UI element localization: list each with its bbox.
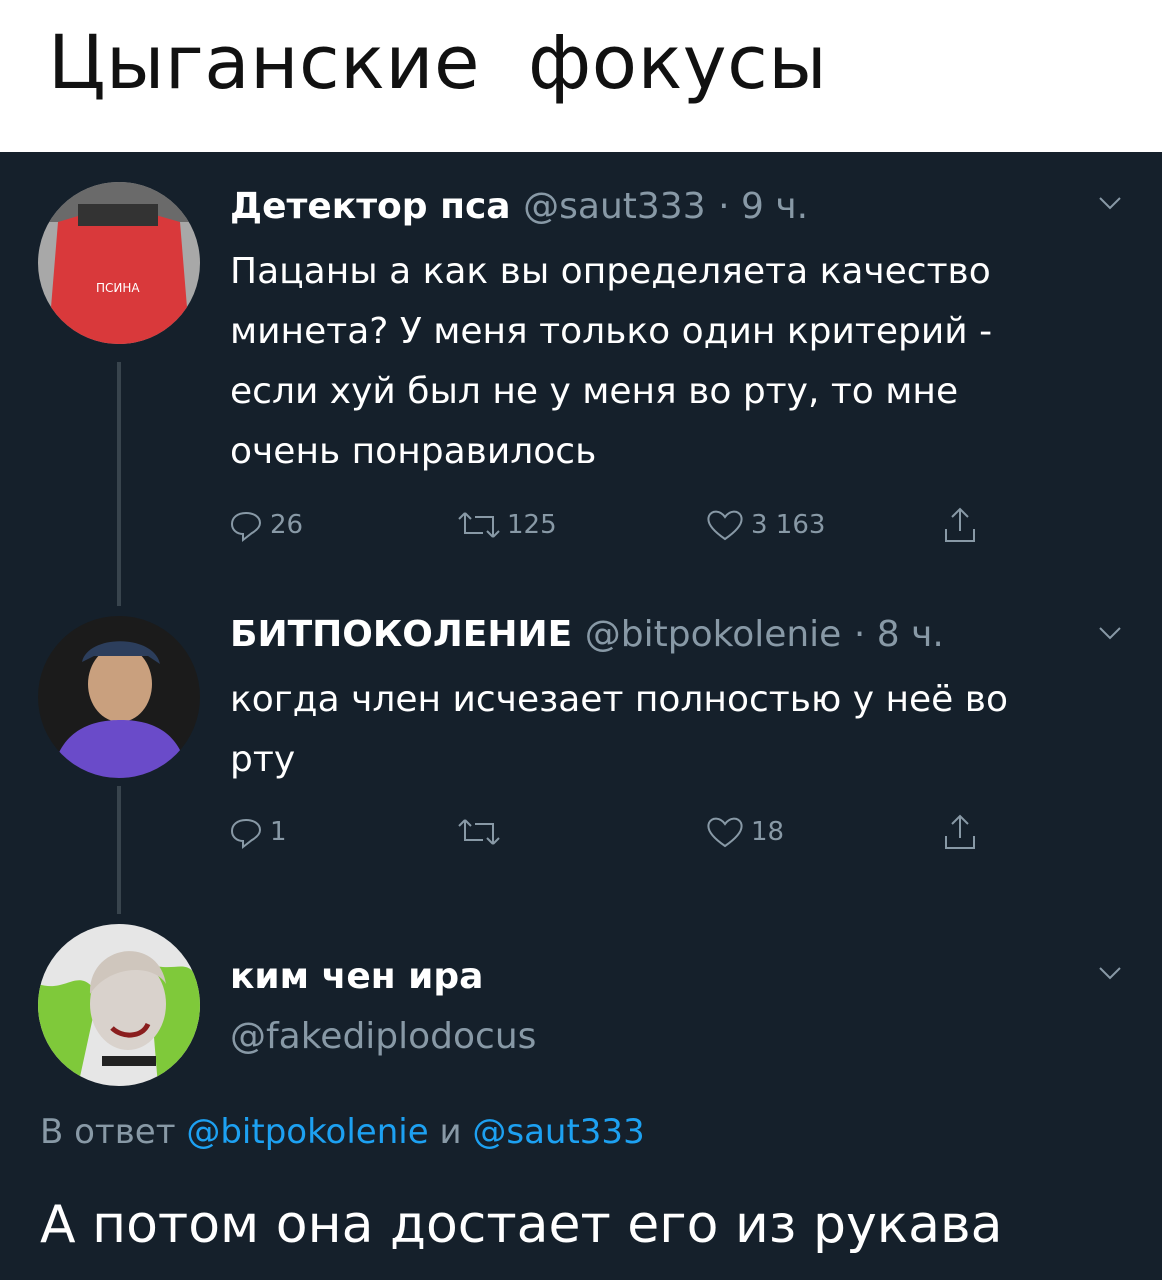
avatar-bitpokolenie[interactable] <box>38 616 200 778</box>
svg-text:ПСИНА: ПСИНА <box>96 281 140 295</box>
heart-icon <box>707 510 743 541</box>
tweet2-reply-count: 1 <box>270 817 287 847</box>
reply-context: В ответ @bitpokolenie и @saut333 <box>40 1112 645 1152</box>
avatar-red-shirt-icon: ПСИНА <box>38 182 200 344</box>
avatar-kim-chen-ira[interactable] <box>38 924 200 1086</box>
reply-context-joiner: и <box>439 1112 462 1152</box>
tweet3-chevron-down-icon[interactable] <box>1098 966 1122 980</box>
focused-tweet-text: А потом она достает его из рукава <box>40 1195 1003 1255</box>
share-icon <box>945 814 975 849</box>
reply-mention-saut333[interactable]: @saut333 <box>472 1112 644 1152</box>
tweet1-retweet-button[interactable]: 125 <box>457 505 557 545</box>
tweet2-author[interactable]: БИТПОКОЛЕНИЕ @bitpokolenie · 8 ч. <box>230 614 944 655</box>
reply-mention-bitpokolenie[interactable]: @bitpokolenie <box>186 1112 428 1152</box>
tweet2-name[interactable]: БИТПОКОЛЕНИЕ <box>230 614 572 655</box>
tweet1-share-button[interactable] <box>940 505 986 545</box>
thread-line-1 <box>117 362 121 606</box>
tweet1-reply-button[interactable]: 26 <box>228 505 303 545</box>
tweet2-chevron-down-icon[interactable] <box>1098 626 1122 640</box>
reply-icon <box>230 818 262 850</box>
tweet2-retweet-button[interactable] <box>457 812 507 852</box>
retweet-icon <box>458 819 500 845</box>
avatar-detektor[interactable]: ПСИНА <box>38 182 200 344</box>
share-icon <box>945 507 975 542</box>
tweet2-reply-button[interactable]: 1 <box>228 812 287 852</box>
tweet1-name[interactable]: Детектор пса <box>230 186 511 227</box>
avatar-illustration-icon <box>38 924 200 1086</box>
tweet3-name[interactable]: ким чен ира <box>230 956 483 997</box>
heart-icon <box>707 817 743 848</box>
tweet2-line: рту <box>230 739 296 780</box>
thread-line-2 <box>117 786 121 914</box>
tweet2-time: · 8 ч. <box>853 614 944 655</box>
tweet3-handle[interactable]: @fakediplodocus <box>230 1016 536 1057</box>
reply-context-prefix: В ответ <box>40 1112 176 1152</box>
tweet2-share-button[interactable] <box>940 812 986 852</box>
tweet2-handle[interactable]: @bitpokolenie <box>585 614 842 655</box>
tweet1-chevron-down-icon[interactable] <box>1098 196 1122 210</box>
tweet2-text: когда член исчезает полностью у неё во р… <box>230 670 1008 790</box>
tweet2-like-button[interactable]: 18 <box>705 812 784 852</box>
tweet1-reply-count: 26 <box>270 510 304 540</box>
tweet1-handle[interactable]: @saut333 <box>523 186 705 227</box>
tweet2-line: когда член исчезает полностью у неё во <box>230 679 1008 720</box>
tweet1-author[interactable]: Детектор пса @saut333 · 9 ч. <box>230 186 808 227</box>
reply-icon <box>230 511 262 543</box>
tweet1-line: минета? У меня только один критерий - <box>230 311 993 352</box>
caption-title: Цыганские фокусы <box>48 20 828 106</box>
tweet1-line: Пацаны а как вы определяета качество <box>230 251 991 292</box>
tweet2-like-count: 18 <box>751 817 785 847</box>
tweet1-line: если хуй был не у меня во рту, то мне <box>230 371 959 412</box>
tweet1-like-count: 3 163 <box>751 510 826 540</box>
meme-caption: Цыганские фокусы <box>0 0 1162 152</box>
retweet-icon <box>458 512 500 538</box>
tweet1-retweet-count: 125 <box>507 510 557 540</box>
tweet1-like-button[interactable]: 3 163 <box>705 505 825 545</box>
tweet1-time: · 9 ч. <box>718 186 809 227</box>
avatar-man-cap-icon <box>38 616 200 778</box>
tweet1-text: Пацаны а как вы определяета качество мин… <box>230 242 992 482</box>
tweet1-line: очень понравилось <box>230 431 597 472</box>
